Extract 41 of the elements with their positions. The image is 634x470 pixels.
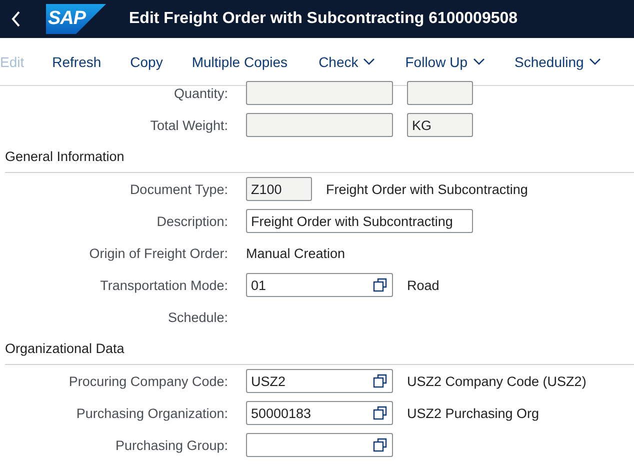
field-label: Transportation Mode: <box>99 278 228 292</box>
input-field[interactable] <box>246 433 393 457</box>
field-label: Procuring Company Code: <box>68 374 228 388</box>
logo[interactable]: SAP <box>46 4 106 34</box>
field-label: Description: <box>156 214 228 228</box>
field-label: Purchasing Organization: <box>75 406 228 420</box>
toolbar-button[interactable]: Multiple Copies <box>192 54 288 70</box>
input-field: KG <box>407 113 473 137</box>
menu-button[interactable]: Check <box>318 54 376 70</box>
back-icon[interactable] <box>11 11 21 27</box>
field-value: Freight Order with Subcontracting <box>326 182 528 196</box>
field-value: Manual Creation <box>246 246 346 260</box>
input-field[interactable]: 01 <box>246 273 393 297</box>
input-field[interactable]: Freight Order with Subcontracting <box>246 209 473 233</box>
field-value: USZ2 Purchasing Org <box>407 406 540 420</box>
field-label: Schedule: <box>166 310 228 324</box>
value-help-icon[interactable] <box>373 438 387 452</box>
toolbar-button[interactable]: Copy <box>130 54 163 70</box>
field-label: Document Type: <box>128 182 228 196</box>
field-label: Quantity: <box>172 86 228 100</box>
input-field <box>407 81 473 105</box>
section-title: General Information <box>5 149 124 164</box>
chevron-down-icon <box>472 58 484 66</box>
value-help-icon[interactable] <box>373 374 387 388</box>
input-field: Z100 <box>246 177 312 201</box>
menu-button[interactable]: Follow Up <box>405 54 484 70</box>
input-field[interactable]: USZ2 <box>246 369 393 393</box>
value-help-icon[interactable] <box>373 278 387 292</box>
field-label: Origin of Freight Order: <box>88 246 228 260</box>
page-title: Edit Freight Order with Subcontracting 6100009508 <box>129 10 518 28</box>
menu-button[interactable]: Scheduling <box>514 54 601 70</box>
field-label: Purchasing Group: <box>114 438 228 452</box>
field-value: Road <box>407 278 440 292</box>
field-label: Total Weight: <box>149 118 228 132</box>
value-help-icon[interactable] <box>373 406 387 420</box>
chevron-down-icon <box>363 58 376 66</box>
section-title: Organizational Data <box>5 341 124 356</box>
chevron-down-icon <box>588 58 601 66</box>
field-value: USZ2 Company Code (USZ2) <box>407 374 586 388</box>
toolbar-button[interactable]: Refresh <box>52 54 102 70</box>
input-field[interactable]: 50000183 <box>246 401 393 425</box>
